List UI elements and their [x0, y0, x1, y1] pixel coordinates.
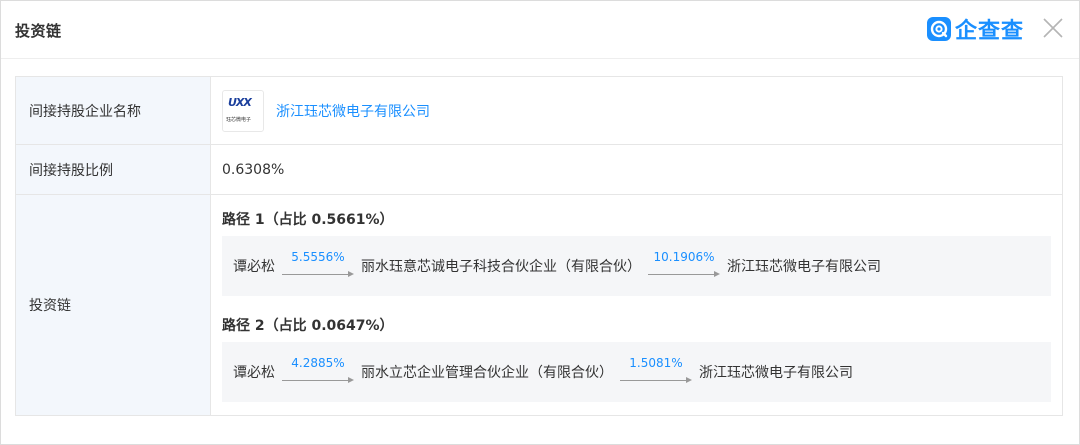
- path-arrow: 10.1906%: [648, 250, 720, 281]
- path-start-person[interactable]: 谭必松: [233, 256, 275, 276]
- path-row: 谭必松 5.5556% 丽水珏意芯诚电子科技合伙企业（有限合伙） 10.1906…: [222, 236, 1051, 296]
- row-label: 间接持股企业名称: [16, 77, 211, 144]
- path-start-person[interactable]: 谭必松: [233, 362, 275, 382]
- row-indirect-company: 间接持股企业名称 UXX 珏芯微电子 浙江珏芯微电子有限公司: [16, 77, 1062, 145]
- arrow-right-icon: [348, 377, 354, 383]
- arrow-right-icon: [348, 271, 354, 277]
- brand-name: 企查查: [955, 19, 1025, 44]
- path-percent: 4.2885%: [291, 356, 345, 370]
- company-logo-mark: UXX: [228, 95, 252, 109]
- company-logo: UXX 珏芯微电子: [222, 89, 264, 132]
- modal-title: 投资链: [15, 22, 62, 40]
- brand-logo: 企查查: [927, 14, 1024, 44]
- path-arrow: 1.5081%: [620, 356, 692, 387]
- path-percent: 10.1906%: [653, 250, 715, 264]
- path-arrow: 5.5556%: [282, 250, 354, 281]
- path-entity[interactable]: 丽水立芯企业管理合伙企业（有限合伙）: [361, 362, 613, 382]
- investment-chain-table: 间接持股企业名称 UXX 珏芯微电子 浙江珏芯微电子有限公司 间接持股比例 0.…: [15, 76, 1063, 416]
- close-icon[interactable]: [1041, 16, 1065, 40]
- path-percent: 5.5556%: [291, 250, 345, 264]
- qichacha-logo-icon: [927, 17, 951, 41]
- path-title: 路径 1（占比 0.5661%）: [222, 212, 394, 228]
- paths-container: 路径 1（占比 0.5661%） 谭必松 5.5556% 丽水珏意芯诚电子科技合…: [211, 195, 1062, 415]
- arrow-right-icon: [714, 271, 720, 277]
- row-value: UXX 珏芯微电子 浙江珏芯微电子有限公司: [211, 77, 1062, 144]
- company-logo-subtext: 珏芯微电子: [226, 116, 252, 123]
- path-title: 路径 2（占比 0.0647%）: [222, 318, 394, 334]
- path-entity[interactable]: 浙江珏芯微电子有限公司: [699, 362, 853, 382]
- company-name-link[interactable]: 浙江珏芯微电子有限公司: [276, 101, 430, 121]
- row-investment-chain: 投资链 路径 1（占比 0.5661%） 谭必松 5.5556% 丽水珏意芯诚电…: [16, 195, 1062, 415]
- path-arrow: 4.2885%: [282, 356, 354, 387]
- row-indirect-ratio: 间接持股比例 0.6308%: [16, 145, 1062, 195]
- modal-header: 投资链 企查查: [1, 1, 1079, 59]
- row-label: 投资链: [16, 195, 211, 415]
- investment-chain-modal: 投资链 企查查 间接持股企业名称 UXX 珏芯微电子 浙江珏芯微电子有限公司 间…: [0, 0, 1080, 445]
- path-entity[interactable]: 丽水珏意芯诚电子科技合伙企业（有限合伙）: [361, 256, 641, 276]
- path-entity[interactable]: 浙江珏芯微电子有限公司: [727, 256, 881, 276]
- arrow-right-icon: [686, 377, 692, 383]
- ratio-value: 0.6308%: [222, 161, 285, 178]
- row-label: 间接持股比例: [16, 145, 211, 194]
- path-percent: 1.5081%: [629, 356, 683, 370]
- path-row: 谭必松 4.2885% 丽水立芯企业管理合伙企业（有限合伙） 1.5081% 浙…: [222, 342, 1051, 402]
